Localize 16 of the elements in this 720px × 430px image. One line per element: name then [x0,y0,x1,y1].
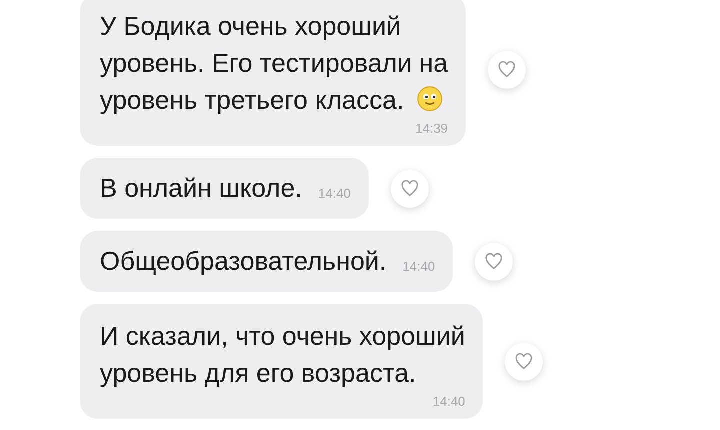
message-text: В онлайн школе. [100,172,302,205]
message-text: У Бодика очень хороший уровень. Его тестировали на уровень третьего класса. [100,11,448,115]
message-text: Общеобразовательной. [100,245,387,278]
heart-button[interactable] [475,242,514,280]
message-text: И сказали, что очень хороший уровень для его возраста. [100,321,466,388]
message-time: 14:40 [432,394,466,409]
heart-icon [514,352,534,372]
message-time: 14:40 [402,259,436,274]
message-time: 14:40 [318,186,351,201]
heart-button[interactable] [390,170,429,208]
heart-icon [484,252,504,272]
message-time: 14:39 [416,121,448,136]
heart-button[interactable] [488,51,526,89]
heart-icon [497,60,518,80]
heart-button[interactable] [505,342,544,380]
heart-icon [400,178,420,198]
